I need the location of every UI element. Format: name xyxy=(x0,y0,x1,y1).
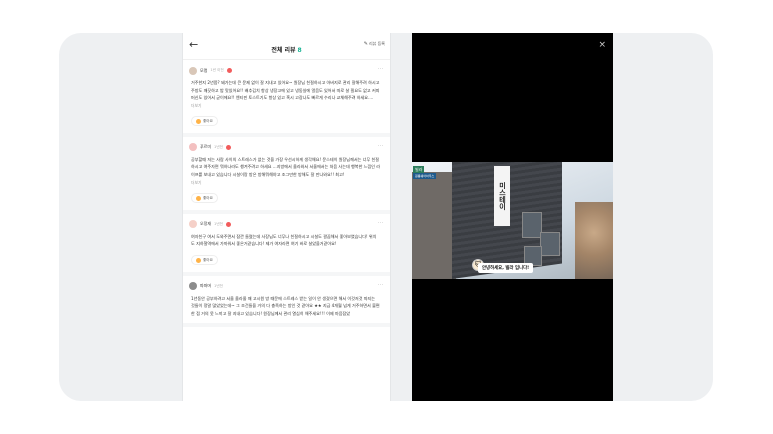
review-item: 푸르미 1년전 ··· 공부할때 저는 사람 사이의 스트레스가 없는 것을 가… xyxy=(183,137,390,214)
avatar xyxy=(189,143,197,152)
back-arrow-icon[interactable]: ← xyxy=(189,39,201,51)
review-user: 모랭 1년 이전 xyxy=(189,66,384,75)
review-text: 여자친구 여서 도와주면서 잠깐 들렸는데 사장님도 너무나 친절하시고 시설도… xyxy=(191,233,377,247)
more-options-icon[interactable]: ··· xyxy=(378,143,384,149)
review-date: 1년전 xyxy=(214,283,223,288)
video-viewer: × 미스테이 빌라 원룸쉐어하우스 🐱 안녕하세요, 빌라 입니다! xyxy=(412,33,613,401)
review-text: 1년동안 공부하려고 서울 올라올 때 고시원 방 때문에 스트레스 받는 일이… xyxy=(191,295,380,316)
building-sign: 미스테이 xyxy=(494,166,510,226)
building-window xyxy=(522,212,542,238)
pencil-icon: ✎ xyxy=(363,41,368,47)
like-button[interactable]: 좋아요 xyxy=(191,193,218,204)
level-badge-icon xyxy=(225,221,231,227)
user-name: 모랭 xyxy=(200,67,208,73)
review-header: ← 전체 리뷰 8 ✎ 리뷰 등록 xyxy=(183,33,390,60)
review-user: 오정재 1년전 xyxy=(189,220,384,229)
user-name: 푸르미 xyxy=(200,144,212,150)
viewer-frame: ← 전체 리뷰 8 ✎ 리뷰 등록 모랭 1년 이전 ··· 거주한지 2년쯤? … xyxy=(59,33,713,401)
review-date: 1년전 xyxy=(214,144,223,149)
like-button[interactable]: 좋아요 xyxy=(191,255,218,266)
review-date: 1년전 xyxy=(214,221,223,226)
side-building xyxy=(412,172,456,279)
more-options-icon[interactable]: ··· xyxy=(378,66,384,72)
user-name: 파파머 xyxy=(200,283,212,289)
avatar xyxy=(189,220,197,229)
more-options-icon[interactable]: ··· xyxy=(378,282,384,288)
more-options-icon[interactable]: ··· xyxy=(378,220,384,226)
close-icon[interactable]: × xyxy=(598,41,606,50)
review-item: 파파머 1년전 ··· 1년동안 공부하려고 서울 올라올 때 고시원 방 때문… xyxy=(183,276,390,327)
avatar xyxy=(189,66,197,75)
review-date: 1년 이전 xyxy=(210,68,224,72)
like-icon xyxy=(196,257,201,263)
review-item: 오정재 1년전 ··· 여자친구 여서 도와주면서 잠깐 들렸는데 사장님도 너… xyxy=(183,214,390,276)
review-user: 푸르미 1년전 xyxy=(189,143,384,152)
level-badge-icon xyxy=(225,144,231,150)
like-icon xyxy=(196,118,201,124)
video-caption: 안녕하세요, 빌라 입니다! xyxy=(478,263,534,273)
review-user: 파파머 1년전 xyxy=(189,282,384,291)
video-frame[interactable]: 미스테이 빌라 원룸쉐어하우스 🐱 안녕하세요, 빌라 입니다! xyxy=(412,162,613,279)
review-text: 공부할때 저는 사람 사이의 스트레스가 없는 것을 가장 우선시하게 생각해요… xyxy=(191,156,380,177)
tree-foliage xyxy=(575,202,613,279)
write-review-button[interactable]: ✎ 리뷰 등록 xyxy=(364,41,385,47)
user-name: 오정재 xyxy=(200,221,212,227)
like-button[interactable]: 좋아요 xyxy=(191,116,218,127)
review-text: 거주한지 2년쯤? 돼가는데 큰 문제 없이 잘 지내고 있어요~ 원장님 친절… xyxy=(191,80,380,101)
avatar xyxy=(189,282,197,291)
building-window xyxy=(540,232,560,256)
read-more-link[interactable]: 더보기 xyxy=(189,180,384,186)
review-item: 모랭 1년 이전 ··· 거주한지 2년쯤? 돼가는데 큰 문제 없이 잘 지내… xyxy=(183,60,390,137)
review-list-panel: ← 전체 리뷰 8 ✎ 리뷰 등록 모랭 1년 이전 ··· 거주한지 2년쯤? … xyxy=(183,33,390,401)
page-title: 전체 리뷰 8 xyxy=(271,46,302,54)
level-badge-icon xyxy=(226,68,232,73)
store-tag: 빌라 xyxy=(413,166,425,173)
store-subtag: 원룸쉐어하우스 xyxy=(413,173,437,179)
read-more-link[interactable]: 더보기 xyxy=(189,103,384,109)
review-count: 8 xyxy=(297,46,302,54)
like-icon xyxy=(196,195,201,201)
